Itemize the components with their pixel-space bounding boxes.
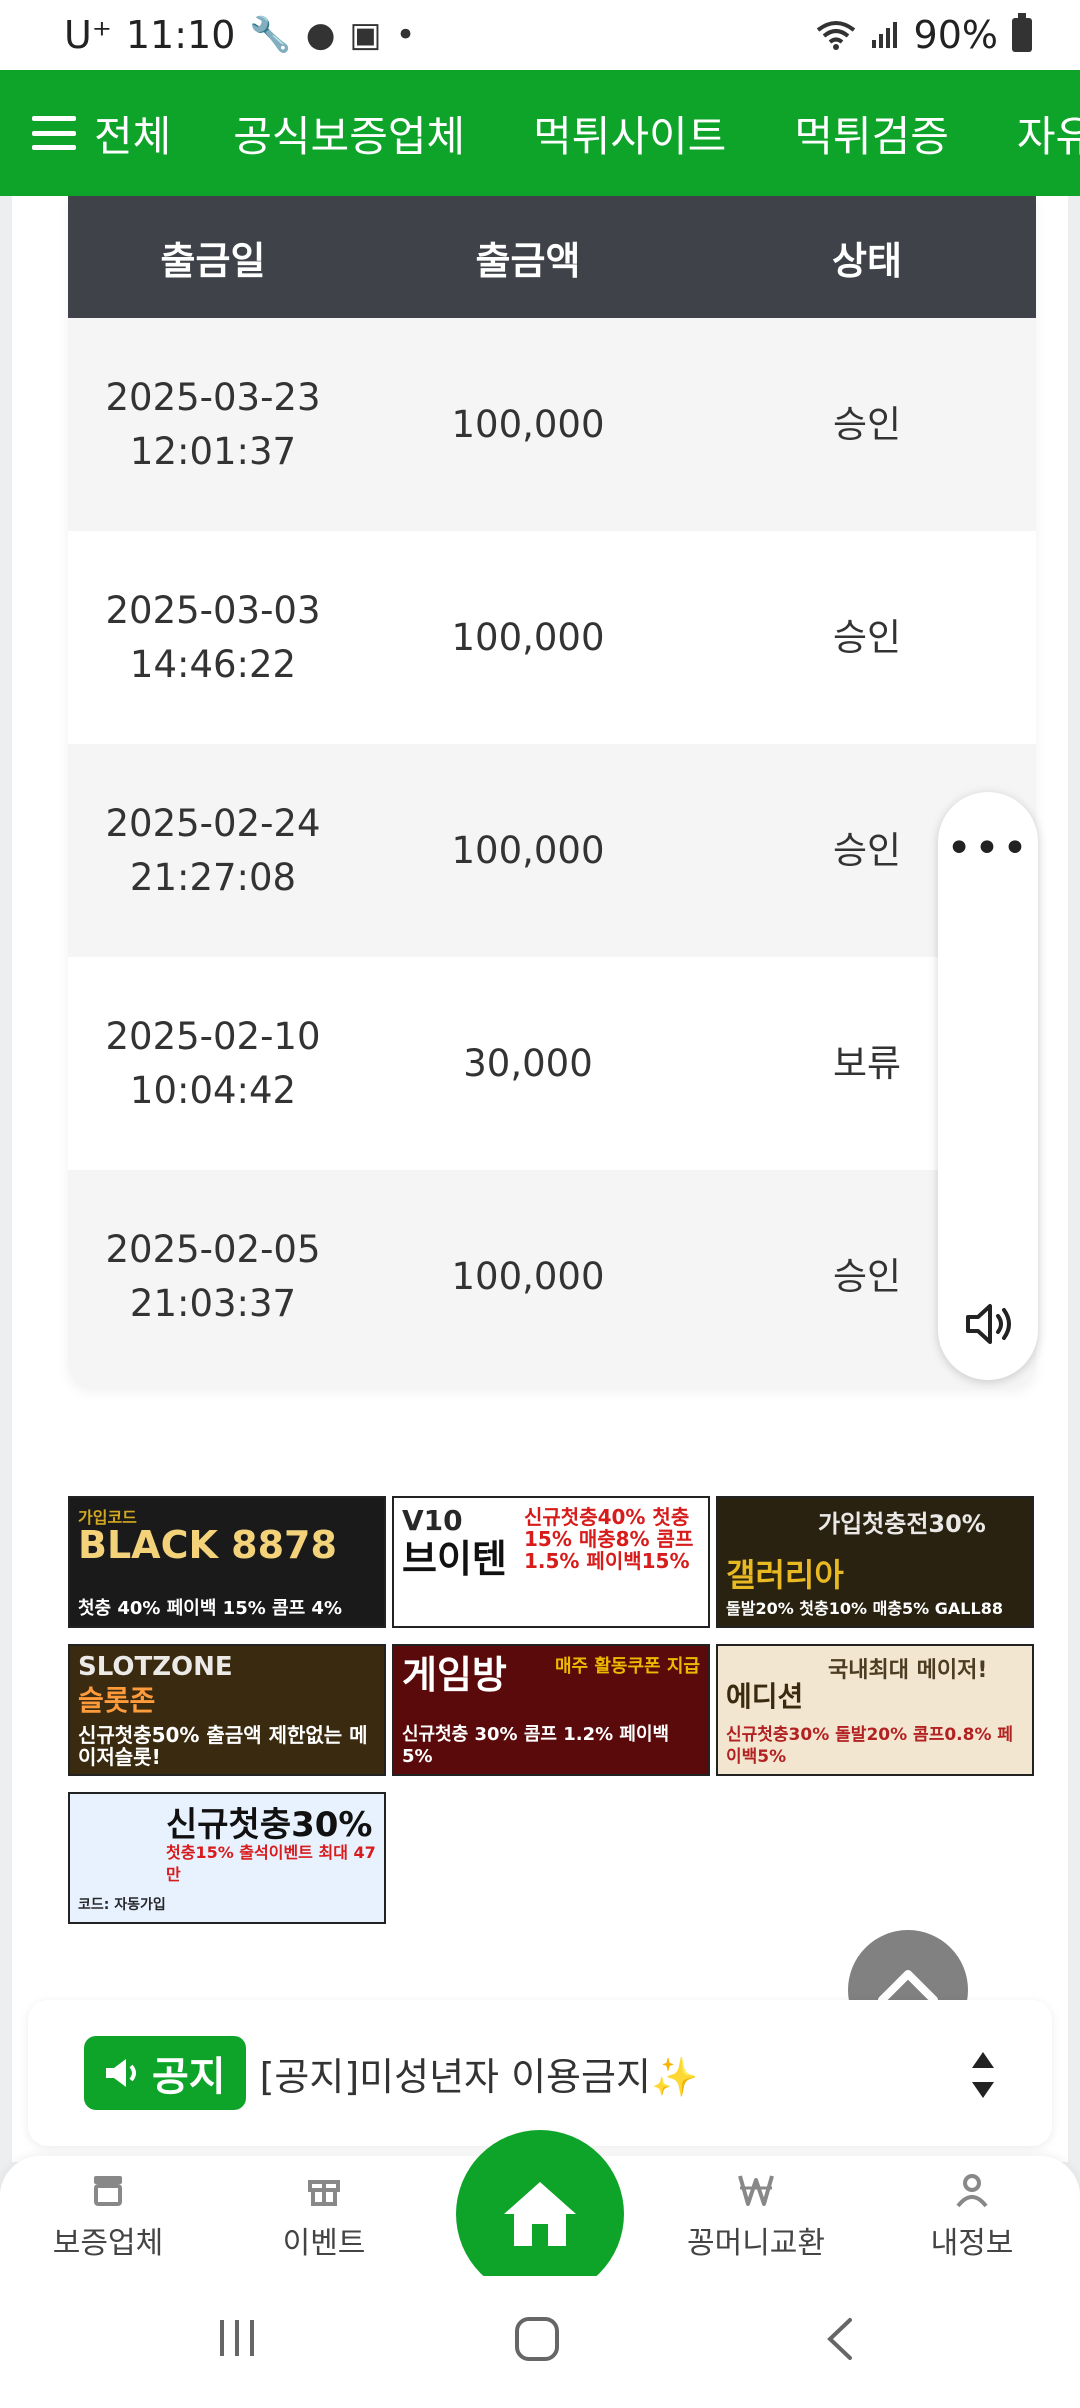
battery-icon [1012, 13, 1032, 52]
row-amount: 30,000 [463, 1041, 593, 1085]
notice-bar[interactable]: 공지 [공지]미성년자 이용금지✨ [28, 2000, 1052, 2146]
notice-badge-label: 공지 [152, 2054, 226, 2100]
nav-official-partners[interactable]: 공식보증업체 [233, 103, 465, 164]
recent-apps-icon[interactable] [212, 2316, 262, 2360]
image-icon: ▣ [349, 15, 382, 55]
header-date: 출금일 [160, 238, 266, 283]
row-amount: 100,000 [451, 828, 605, 872]
speaker-icon[interactable] [962, 1296, 1018, 1352]
system-nav-bar [0, 2276, 1080, 2408]
header-amount: 출금액 [475, 238, 581, 283]
nav-free-board[interactable]: 자유 [1017, 103, 1080, 164]
row-datetime: 2025-02-05 21:03:37 [105, 1227, 321, 1325]
row-datetime: 2025-03-23 12:01:37 [105, 375, 321, 473]
wrench-icon: 🔧 [249, 15, 292, 55]
notice-badge: 공지 [84, 2036, 246, 2110]
store-icon [94, 2176, 122, 2206]
clock: 11:10 [125, 13, 236, 57]
floating-side-panel: ••• [938, 792, 1038, 1380]
hamburger-icon [32, 116, 76, 150]
table-row: 2025-02-10 10:04:42 30,000 보류 [68, 957, 1036, 1170]
table-row: 2025-02-24 21:27:08 100,000 승인 [68, 744, 1036, 957]
notice-text[interactable]: [공지]미성년자 이용금지✨ [260, 2046, 699, 2101]
megaphone-icon [106, 2059, 136, 2087]
table-row: 2025-03-03 14:46:22 100,000 승인 [68, 531, 1036, 744]
more-notifications-icon: • [395, 15, 416, 55]
row-datetime: 2025-03-03 14:46:22 [105, 588, 321, 686]
bottom-nav-label: 보증업체 [52, 2226, 164, 2261]
bottom-nav-label: 내정보 [930, 2226, 1014, 2261]
header-status: 상태 [832, 238, 902, 283]
person-icon [956, 2174, 988, 2208]
bottom-nav-partners[interactable]: 보증업체 [18, 2170, 198, 2262]
row-amount: 100,000 [451, 1254, 605, 1298]
nav-scam-sites[interactable]: 먹튀사이트 [533, 103, 726, 164]
bottom-nav-events[interactable]: 이벤트 [234, 2170, 414, 2262]
won-icon [738, 2175, 774, 2206]
all-menu-button[interactable]: 전체 [0, 103, 171, 164]
page-content: 출금일 출금액 상태 2025-03-23 12:01:37 100,000 승인… [0, 196, 1080, 2162]
more-dots-icon[interactable]: ••• [938, 827, 1038, 871]
banner-hongdooke[interactable]: 코드: 자동가입 신규첫충30% 첫충15% 출석이벤트 최대 47만 [68, 1792, 386, 1924]
signal-icon [871, 22, 897, 48]
top-nav: 전체 공식보증업체 먹튀사이트 먹튀검증 자유 [0, 70, 1080, 196]
sort-arrows-icon[interactable] [970, 2050, 996, 2100]
carrier-label: U⁺ [64, 13, 112, 57]
nav-scam-verification[interactable]: 먹튀검증 [794, 103, 949, 164]
home-icon [504, 2182, 576, 2246]
bottom-nav-exchange[interactable]: 꽁머니교환 [666, 2170, 846, 2262]
row-status: 승인 [832, 615, 902, 659]
row-amount: 100,000 [451, 402, 605, 446]
bottom-nav-my-info[interactable]: 내정보 [882, 2170, 1062, 2262]
banner-v10[interactable]: V10 브이텐 신규첫충40% 첫충15% 매충8% 콤프1.5% 페이백15% [392, 1496, 710, 1628]
home-nav-icon[interactable] [514, 2316, 560, 2362]
row-amount: 100,000 [451, 615, 605, 659]
row-datetime: 2025-02-24 21:27:08 [105, 801, 321, 899]
bottom-nav-label: 이벤트 [282, 2226, 366, 2261]
banner-slotzone[interactable]: SLOTZONE 슬롯존 신규첫충50% 출금액 제한없는 메이저슬롯! [68, 1644, 386, 1776]
back-icon[interactable] [820, 2316, 860, 2362]
gift-icon [308, 2180, 340, 2206]
bottom-nav-label: 꽁머니교환 [687, 2226, 825, 2261]
table-row: 2025-03-23 12:01:37 100,000 승인 [68, 318, 1036, 531]
home-button[interactable] [456, 2130, 624, 2298]
row-status: 승인 [832, 402, 902, 446]
status-bar: U⁺ 11:10 🔧 ● ▣ • 90% [0, 0, 1080, 70]
table-header: 출금일 출금액 상태 [68, 196, 1036, 318]
row-datetime: 2025-02-10 10:04:42 [105, 1014, 321, 1112]
banner-edition[interactable]: 국내최대 메이저! 에디션 신규첫충30% 돌발20% 콤프0.8% 페이백5% [716, 1644, 1034, 1776]
banner-gamebang[interactable]: 매주 활동쿠폰 지급 게임방 신규첫충 30% 콤프 1.2% 페이백 5% [392, 1644, 710, 1776]
banner-galleria[interactable]: 가입첫충전30% 갤러리아 돌발20% 첫충10% 매충5% GALL88 [716, 1496, 1034, 1628]
wifi-icon [816, 21, 855, 50]
chat-icon: ● [305, 15, 336, 55]
banner-black[interactable]: 가입코드 BLACK 8878 첫충 40% 페이백 15% 콤프 4% [68, 1496, 386, 1628]
battery-level: 90% [913, 13, 998, 57]
withdrawal-table: 출금일 출금액 상태 2025-03-23 12:01:37 100,000 승인… [68, 196, 1036, 1388]
table-row: 2025-02-05 21:03:37 100,000 승인 [68, 1170, 1036, 1383]
all-menu-label: 전체 [94, 111, 172, 161]
